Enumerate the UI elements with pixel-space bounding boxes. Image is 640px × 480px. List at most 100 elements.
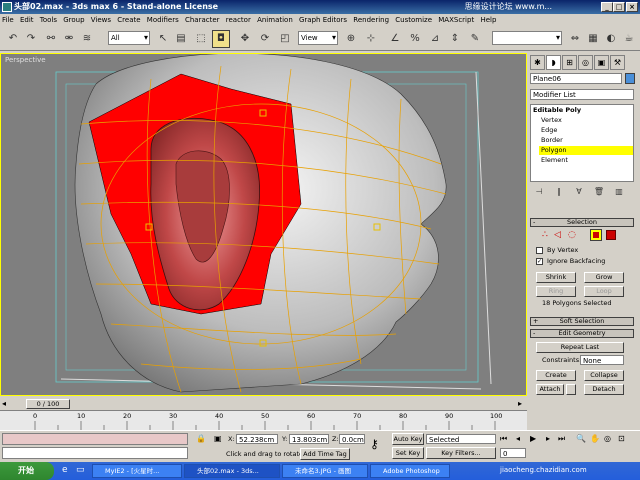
make-unique-icon[interactable]: ∀ — [572, 186, 586, 198]
create-button[interactable]: Create — [536, 370, 576, 381]
element-mode-icon[interactable] — [606, 230, 616, 240]
task-myie2[interactable]: MyIE2 - [火星时... — [92, 464, 182, 478]
collapse-button[interactable]: Collapse — [584, 370, 624, 381]
close-button[interactable]: × — [626, 2, 638, 12]
angle-snap-icon[interactable]: % — [406, 30, 424, 48]
menu-animation[interactable]: Animation — [255, 14, 295, 27]
set-key-button[interactable]: Set Key — [392, 447, 424, 459]
maxscript-output-field[interactable] — [2, 447, 188, 459]
motion-tab-icon[interactable]: ◎ — [578, 55, 593, 70]
menu-file[interactable]: File — [0, 14, 16, 27]
reference-coordinate-dropdown[interactable]: View — [298, 31, 338, 45]
utilities-tab-icon[interactable]: ⚒ — [610, 55, 625, 70]
shrink-button[interactable]: Shrink — [536, 272, 576, 283]
move-icon[interactable]: ✥ — [236, 30, 254, 48]
undo-icon[interactable]: ↶ — [4, 30, 22, 48]
absolute-mode-icon[interactable]: ▣ — [214, 434, 222, 443]
window-crossing-icon[interactable]: ◘ — [212, 30, 230, 48]
display-tab-icon[interactable]: ▣ — [594, 55, 609, 70]
by-vertex-checkbox[interactable] — [536, 247, 543, 254]
maxscript-listener-field[interactable] — [2, 433, 188, 445]
track-bar[interactable]: 0 10 20 30 40 50 60 70 80 90 100 — [0, 410, 527, 431]
prev-frame-icon[interactable]: ◂ — [2, 399, 6, 408]
detach-button[interactable]: Detach — [584, 384, 624, 395]
pan-icon[interactable]: ✋ — [590, 434, 600, 443]
previous-frame-icon[interactable]: ◂ — [516, 434, 520, 443]
pin-stack-icon[interactable]: ⊣ — [532, 186, 546, 198]
menu-modifiers[interactable]: Modifiers — [145, 14, 181, 27]
quicklaunch-ie-icon[interactable]: e — [62, 465, 68, 475]
configure-sets-icon[interactable]: ▥ — [612, 186, 626, 198]
edit-geometry-rollout-header[interactable]: - Edit Geometry — [530, 329, 634, 338]
scale-icon[interactable]: ◰ — [276, 30, 294, 48]
menu-customize[interactable]: Customize — [393, 14, 434, 27]
bind-space-warp-icon[interactable]: ≋ — [78, 30, 96, 48]
object-color-swatch[interactable] — [625, 73, 635, 84]
rotate-icon[interactable]: ⟳ — [256, 30, 274, 48]
percent-snap-icon[interactable]: ⊿ — [426, 30, 444, 48]
soft-selection-rollout-header[interactable]: + Soft Selection — [530, 317, 634, 326]
attach-list-button[interactable] — [566, 384, 576, 395]
selection-rollout-header[interactable]: - Selection — [530, 218, 634, 227]
snap-toggle-icon[interactable]: ∠ — [386, 30, 404, 48]
material-editor-icon[interactable]: ◐ — [602, 30, 620, 48]
hierarchy-tab-icon[interactable]: ⊞ — [562, 55, 577, 70]
perspective-viewport[interactable]: Perspective — [0, 53, 527, 396]
menu-group[interactable]: Group — [61, 14, 86, 27]
zoom-icon[interactable]: 🔍 — [576, 434, 586, 443]
align-icon[interactable]: ▦ — [584, 30, 602, 48]
axis-constraint-icon[interactable]: ⊹ — [362, 30, 380, 48]
add-time-tag-button[interactable]: Add Time Tag — [300, 448, 350, 460]
time-slider[interactable]: 0 / 100 ◂ ▸ — [0, 398, 527, 410]
next-frame-icon[interactable]: ▸ — [518, 399, 522, 408]
stack-item-vertex[interactable]: Vertex — [541, 116, 562, 125]
rectangular-selection-icon[interactable]: ⬚ — [192, 30, 210, 48]
menu-tools[interactable]: Tools — [38, 14, 59, 27]
menu-help[interactable]: Help — [478, 14, 498, 27]
quicklaunch-desktop-icon[interactable]: ▭ — [76, 465, 85, 475]
key-filters-button[interactable]: Key Filters... — [426, 447, 496, 459]
menu-rendering[interactable]: Rendering — [351, 14, 391, 27]
ignore-backfacing-checkbox[interactable]: ✓ — [536, 258, 543, 265]
stack-item-border[interactable]: Border — [541, 136, 563, 145]
modifier-list-dropdown[interactable]: Modifier List — [530, 89, 634, 100]
modify-tab-icon[interactable]: ◗ — [546, 55, 561, 70]
vertex-mode-icon[interactable]: ∴ — [542, 230, 548, 240]
spinner-snap-icon[interactable]: ⇕ — [446, 30, 464, 48]
task-paint[interactable]: 未命名3.JPG - 画图 — [282, 464, 368, 478]
stack-item-edge[interactable]: Edge — [541, 126, 557, 135]
selection-filter-dropdown[interactable]: All — [108, 31, 150, 45]
menu-graph-editors[interactable]: Graph Editors — [297, 14, 349, 27]
key-mode-dropdown[interactable]: Selected — [426, 434, 496, 444]
select-by-name-icon[interactable]: ▤ — [172, 30, 190, 48]
play-icon[interactable]: ▶ — [530, 434, 536, 443]
edge-mode-icon[interactable]: ◁ — [554, 230, 561, 240]
pivot-point-icon[interactable]: ⊕ — [342, 30, 360, 48]
select-and-link-icon[interactable]: ⚯ — [42, 30, 60, 48]
render-icon[interactable]: ☕ — [620, 30, 638, 48]
mirror-icon[interactable]: ⇔ — [566, 30, 584, 48]
named-selection-sets-dropdown[interactable] — [492, 31, 562, 45]
select-object-icon[interactable]: ↖ — [154, 30, 172, 48]
menu-character[interactable]: Character — [183, 14, 222, 27]
lock-selection-icon[interactable]: 🔒 — [196, 434, 206, 443]
unlink-icon[interactable]: ⚮ — [60, 30, 78, 48]
stack-item-polygon[interactable]: Polygon — [541, 146, 567, 155]
go-to-end-icon[interactable]: ⏭ — [558, 434, 565, 444]
object-name-field[interactable]: Plane06 — [530, 73, 622, 84]
create-tab-icon[interactable]: ✱ — [530, 55, 545, 70]
arc-rotate-icon[interactable]: ◎ — [604, 434, 611, 443]
loop-button[interactable]: Loop — [584, 286, 624, 297]
minimize-button[interactable]: _ — [601, 2, 613, 12]
time-slider-thumb[interactable]: 0 / 100 — [26, 399, 70, 409]
y-coord-field[interactable]: 13.803cm — [289, 434, 329, 444]
stack-item-element[interactable]: Element — [541, 156, 568, 165]
show-end-result-icon[interactable]: ∥ — [552, 186, 566, 198]
ring-button[interactable]: Ring — [536, 286, 576, 297]
next-frame-button-icon[interactable]: ▸ — [546, 434, 550, 443]
start-button[interactable]: 开始 — [0, 462, 54, 480]
constraints-dropdown[interactable]: None — [580, 355, 624, 365]
polygon-mode-icon[interactable] — [590, 229, 602, 241]
menu-reactor[interactable]: reactor — [224, 14, 253, 27]
auto-key-button[interactable]: Auto Key — [392, 433, 424, 445]
